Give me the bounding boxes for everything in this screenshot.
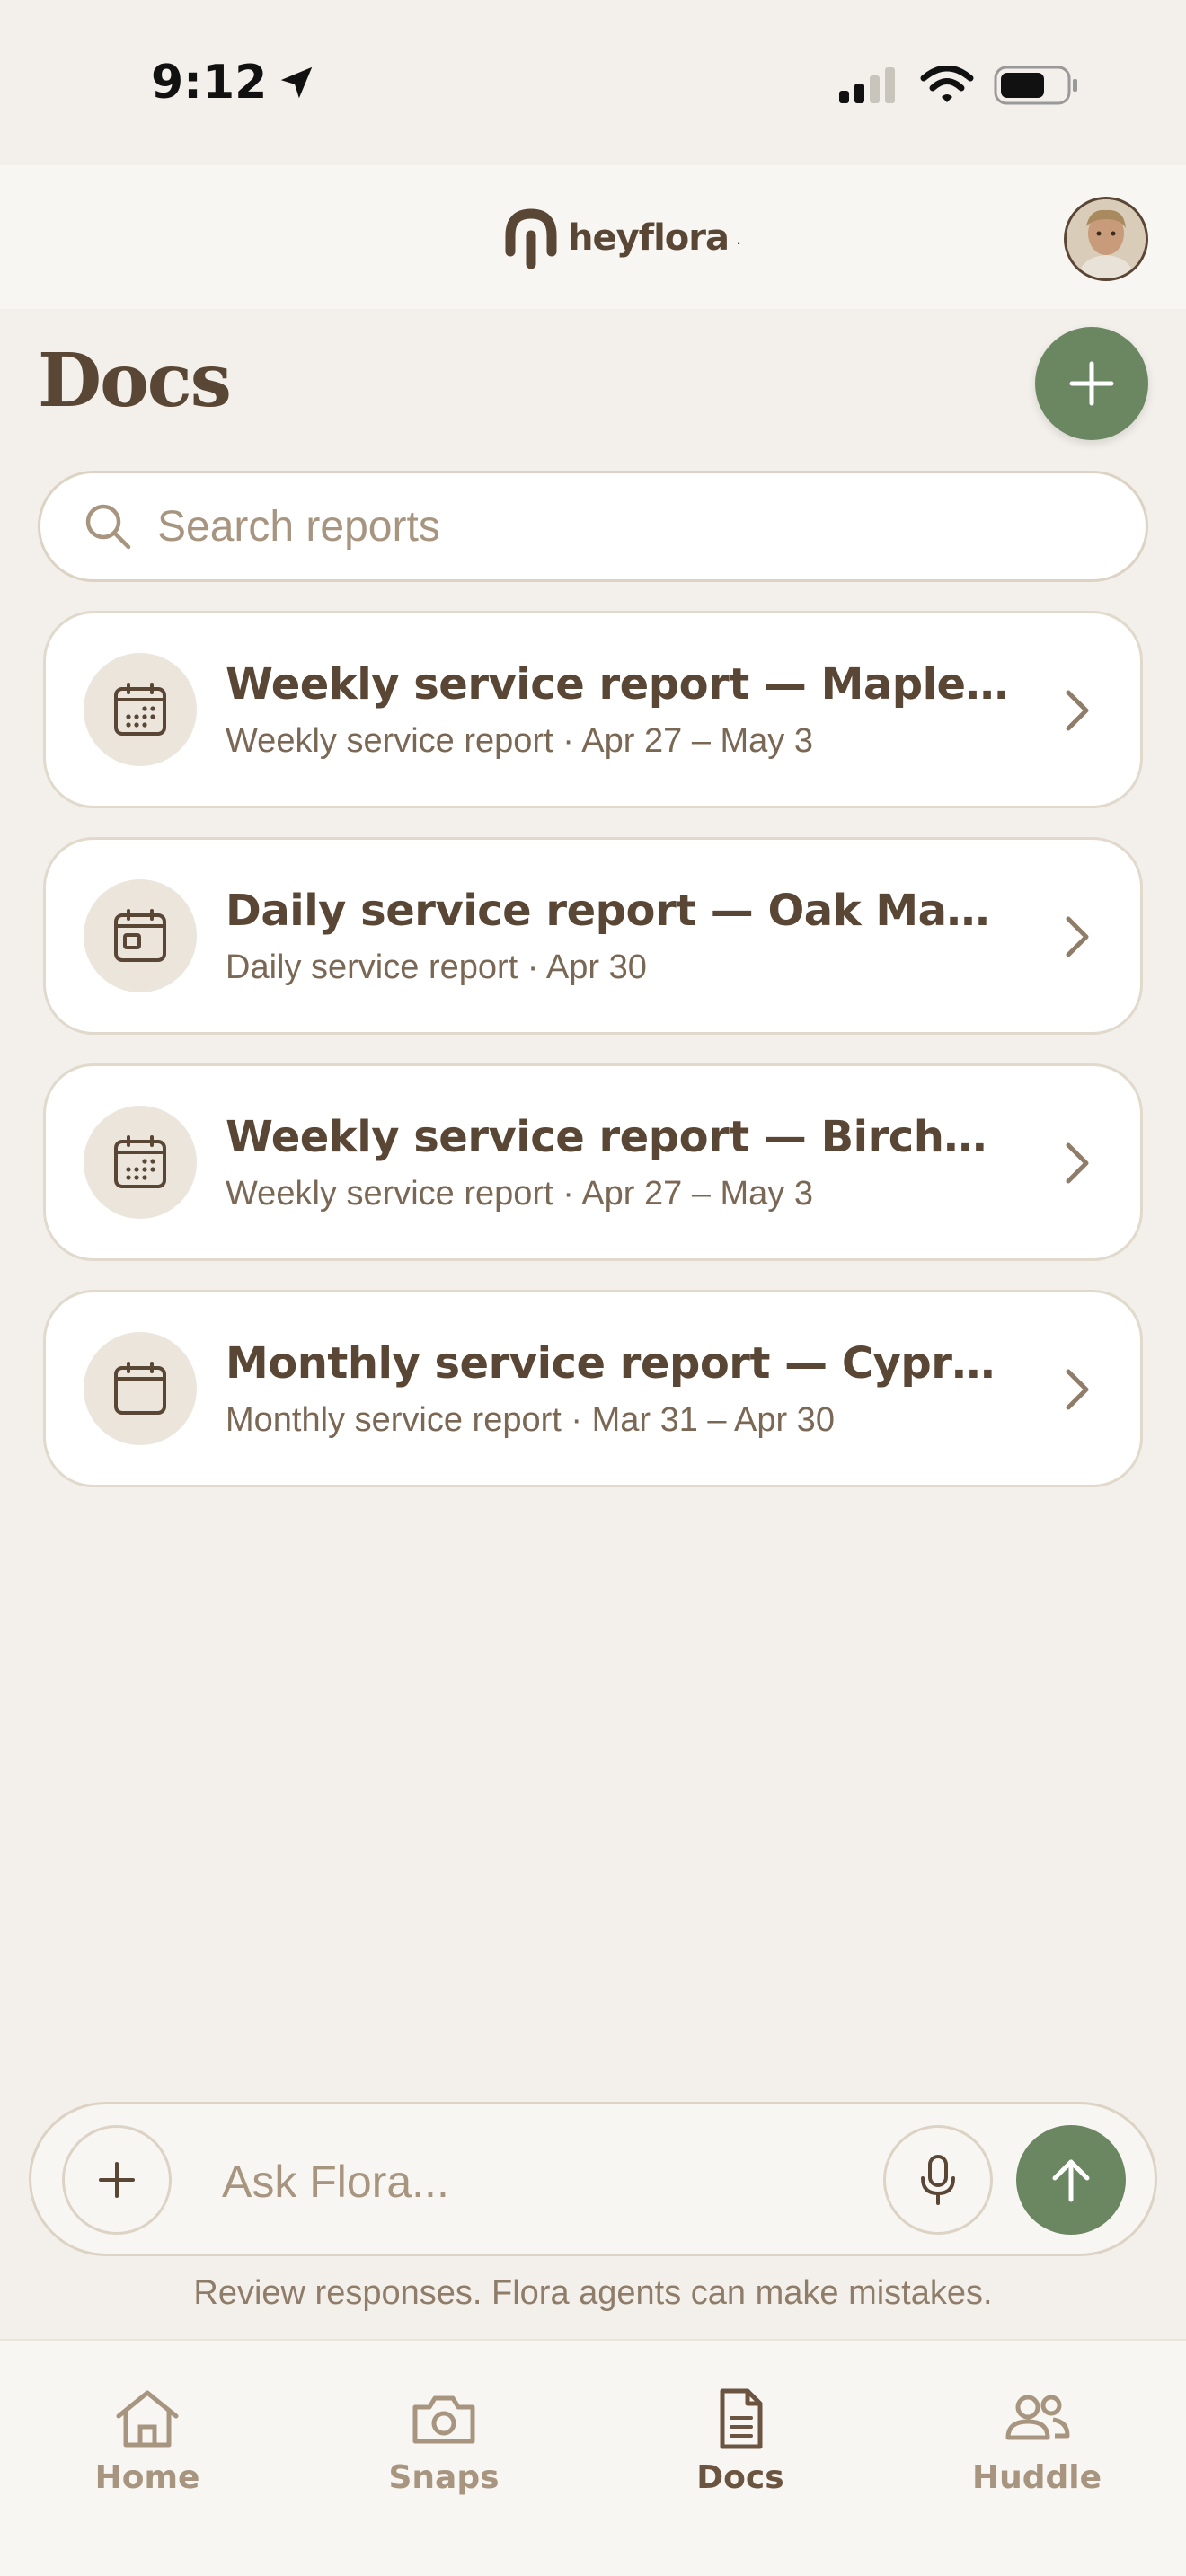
tab-label: Docs	[696, 2459, 784, 2496]
report-list: Weekly service report — Maple Lane Weekl…	[43, 611, 1143, 1516]
status-indicators	[839, 65, 1080, 106]
report-subtitle: Weekly service report · Apr 27 – May 3	[226, 1174, 813, 1213]
calendar-grid-icon	[114, 1135, 166, 1188]
calendar-month-icon	[114, 1362, 166, 1415]
report-subtitle: Daily service report · Apr 30	[226, 948, 647, 986]
tab-label: Snaps	[388, 2459, 500, 2496]
ask-flora-composer	[29, 2102, 1157, 2256]
location-arrow-icon	[281, 66, 313, 99]
avatar[interactable]	[1064, 197, 1148, 281]
tab-huddle[interactable]: Huddle	[920, 2387, 1154, 2496]
page-title: Docs	[38, 338, 232, 424]
plus-icon	[1069, 361, 1114, 406]
add-doc-button[interactable]	[1035, 327, 1148, 440]
tab-home[interactable]: Home	[31, 2387, 264, 2496]
search-icon	[85, 504, 131, 550]
logo-text: heyflora	[568, 217, 730, 259]
app-header: heyflora.	[0, 165, 1186, 309]
calendar-day-icon	[114, 909, 166, 962]
home-icon	[116, 2390, 179, 2448]
report-title: Weekly service report — Maple Lane	[226, 658, 1016, 710]
status-time: 9:12	[151, 56, 317, 110]
report-text: Weekly service report — Maple Lane Weekl…	[226, 659, 1016, 761]
chevron-right-icon	[1066, 1142, 1089, 1184]
battery-icon	[994, 66, 1077, 105]
report-icon-container	[84, 1106, 197, 1219]
logo-dot: .	[736, 226, 742, 249]
ai-disclaimer: Review responses. Flora agents can make …	[193, 2274, 993, 2312]
tab-label: Huddle	[971, 2459, 1102, 2496]
tab-bar: Home Snaps Docs Huddle	[0, 2339, 1186, 2576]
flora-logo-icon	[505, 208, 557, 269]
report-text: Daily service report — Oak Manor Daily s…	[226, 886, 1016, 987]
search-bar[interactable]	[38, 471, 1148, 582]
avatar-image	[1067, 199, 1146, 278]
attach-button[interactable]	[62, 2125, 172, 2235]
report-icon-container	[84, 653, 197, 766]
report-card[interactable]: Weekly service report — Birchwoo... Week…	[43, 1063, 1143, 1261]
report-card[interactable]: Daily service report — Oak Manor Daily s…	[43, 837, 1143, 1035]
report-text: Weekly service report — Birchwoo... Week…	[226, 1112, 1016, 1213]
report-subtitle: Monthly service report · Mar 31 – Apr 30	[226, 1400, 835, 1439]
status-bar: 9:12	[0, 0, 1186, 165]
microphone-icon	[921, 2155, 955, 2205]
report-card[interactable]: Weekly service report — Maple Lane Weekl…	[43, 611, 1143, 808]
microphone-button[interactable]	[883, 2125, 993, 2235]
signal-icon	[839, 67, 895, 103]
status-time-label: 9:12	[151, 56, 268, 110]
report-subtitle: Weekly service report · Apr 27 – May 3	[226, 721, 813, 760]
report-title: Monthly service report — Cypress...	[226, 1337, 1016, 1389]
tab-label: Home	[94, 2459, 200, 2496]
report-title: Weekly service report — Birchwoo...	[226, 1111, 1016, 1162]
search-input[interactable]	[157, 501, 1056, 551]
ask-flora-input[interactable]	[222, 2148, 851, 2216]
send-button[interactable]	[1016, 2125, 1126, 2235]
report-text: Monthly service report — Cypress... Mont…	[226, 1338, 1016, 1440]
arrow-up-icon	[1052, 2159, 1090, 2202]
chevron-right-icon	[1066, 916, 1089, 957]
tab-docs[interactable]: Docs	[624, 2387, 857, 2496]
tab-snaps[interactable]: Snaps	[327, 2387, 561, 2496]
report-icon-container	[84, 879, 197, 992]
report-icon-container	[84, 1332, 197, 1445]
chevron-right-icon	[1066, 690, 1089, 731]
heyflora-logo: heyflora.	[501, 207, 741, 269]
plus-icon	[99, 2162, 135, 2198]
wifi-icon	[920, 66, 974, 102]
calendar-grid-icon	[114, 683, 166, 736]
document-icon	[720, 2388, 763, 2449]
chevron-right-icon	[1066, 1369, 1089, 1410]
report-title: Daily service report — Oak Manor	[226, 885, 1016, 936]
camera-icon	[412, 2395, 475, 2444]
report-card[interactable]: Monthly service report — Cypress... Mont…	[43, 1290, 1143, 1487]
people-icon	[1005, 2395, 1070, 2440]
